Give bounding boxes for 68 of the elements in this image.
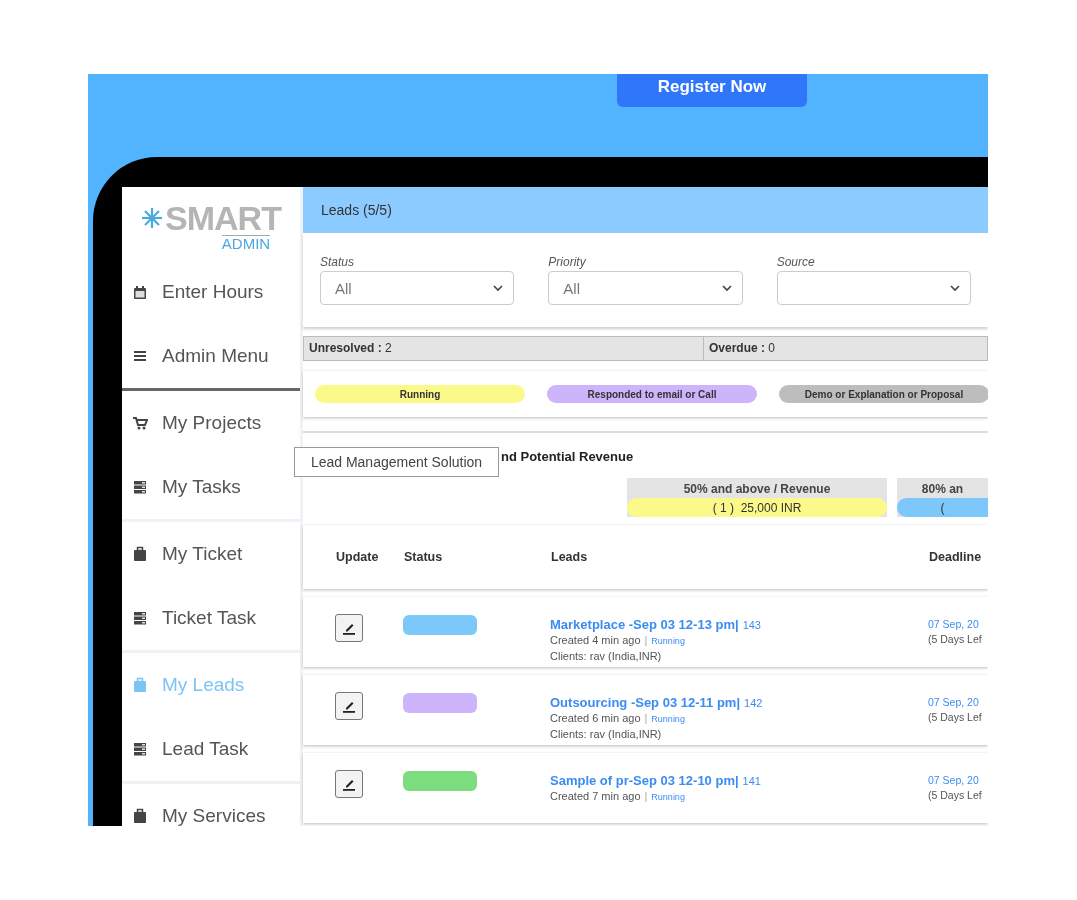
edit-button[interactable]: [335, 692, 363, 720]
lead-link[interactable]: Marketplace -Sep 03 12-13 pm|: [550, 617, 739, 632]
register-button[interactable]: Register Now: [617, 74, 807, 107]
summary-count: Overdue : 0: [708, 340, 776, 357]
sidebar-item[interactable]: Admin Menu: [122, 324, 300, 388]
separator: |: [644, 789, 648, 804]
sidebar-item[interactable]: My Ticket: [122, 522, 300, 586]
column-heading: Leads: [551, 550, 589, 564]
separator: |: [644, 633, 648, 648]
briefcase-icon: [132, 546, 148, 562]
lead-link[interactable]: Sample of pr-Sep 03 12-10 pm|: [550, 773, 739, 788]
filter-label: Priority: [548, 255, 587, 269]
section-title: nd Potential Revenue: [501, 449, 634, 464]
lead-id: 141: [742, 774, 761, 789]
revenue-value: ( 1 ) 25,000 INR: [627, 498, 887, 517]
cart-icon: [132, 415, 148, 431]
server-stack-icon: [132, 610, 148, 626]
briefcase-icon: [132, 808, 148, 824]
column-heading: Update: [336, 550, 380, 564]
lead-id: 143: [742, 618, 761, 633]
lead-id: 142: [744, 696, 763, 711]
separator: |: [644, 711, 648, 726]
filter-dropdown[interactable]: All: [320, 271, 515, 305]
client-text: Clients: rav (India,INR): [550, 727, 662, 742]
sidebar-item[interactable]: Enter Hours: [122, 260, 300, 324]
briefcase-icon: [132, 677, 148, 693]
status-legend-pill: Running: [315, 385, 525, 403]
summary-count: Unresolved : 2: [304, 337, 704, 360]
server-stack-icon: [132, 741, 148, 757]
client-text: Clients: rav (India,INR): [550, 649, 662, 664]
filter-dropdown[interactable]: All: [548, 271, 743, 305]
edit-button[interactable]: [335, 614, 363, 642]
deadline-date: 07 Sep, 20: [928, 773, 980, 788]
revenue-value: (: [897, 498, 988, 517]
deadline-date: 07 Sep, 20: [928, 695, 980, 710]
days-left: (5 Days Lef: [928, 788, 983, 803]
revenue-heading: 80% an: [920, 482, 965, 498]
deadline-date: 07 Sep, 20: [928, 617, 980, 632]
edit-button[interactable]: [335, 770, 363, 798]
tooltip: Lead Management Solution: [294, 447, 499, 477]
sidebar-item[interactable]: Lead Task: [122, 717, 300, 781]
column-heading: Status: [404, 550, 444, 564]
filter-label: Source: [776, 255, 816, 269]
days-left: (5 Days Lef: [928, 710, 983, 725]
page-title: Leads (5/5): [321, 202, 392, 218]
status-legend-pill: Responded to email or Call: [547, 385, 757, 403]
column-heading: Deadline: [929, 550, 983, 564]
chevron-down-icon: [721, 284, 732, 292]
filter-label: Status: [320, 255, 356, 269]
chevron-down-icon: [493, 284, 504, 292]
sidebar-item[interactable]: My Services: [122, 784, 300, 826]
stage-link[interactable]: Running: [651, 790, 685, 805]
chevron-down-icon: [950, 284, 960, 292]
stage-link[interactable]: Running: [651, 634, 685, 649]
server-stack-icon: [132, 479, 148, 495]
lead-link[interactable]: Outsourcing -Sep 03 12-11 pm|: [550, 695, 741, 710]
created-time: Created 6 min ago: [550, 711, 641, 726]
created-time: Created 7 min ago: [550, 789, 641, 804]
status-legend-pill: Demo or Explanation or Proposal: [779, 385, 988, 403]
logo: SMART ADMIN: [122, 187, 300, 260]
revenue-heading: 50% and above / Revenue: [682, 482, 832, 498]
stage-link[interactable]: Running: [651, 712, 685, 727]
created-time: Created 4 min ago: [550, 633, 641, 648]
calendar-icon: [132, 284, 148, 300]
menu-icon: [132, 348, 148, 364]
sidebar-item[interactable]: Ticket Task: [122, 586, 300, 650]
snowflake-icon: [141, 207, 164, 229]
days-left: (5 Days Lef: [928, 632, 983, 647]
